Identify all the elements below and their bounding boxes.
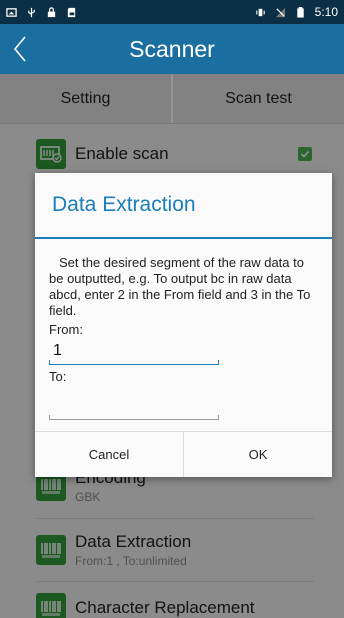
lock-icon [47,6,56,17]
app-bar: Scanner [0,24,344,74]
sd-card-icon [67,7,76,17]
status-bar: 5:10 [0,0,344,24]
cancel-button[interactable]: Cancel [35,432,183,477]
no-signal-icon [275,7,285,17]
battery-icon [296,6,304,18]
vibrate-icon [255,8,265,16]
dialog-title: Data Extraction [52,193,196,216]
to-label: To: [49,369,67,384]
status-time: 5:10 [314,5,338,19]
dialog-message: Set the desired segment of the raw data … [49,255,311,318]
app-title: Scanner [129,36,215,62]
from-input[interactable]: 1 [49,339,219,365]
usb-icon [28,7,35,17]
dialog-actions: Cancel OK [35,431,332,477]
from-label: From: [49,322,83,337]
screen-icon [6,7,17,17]
to-input[interactable] [49,394,219,420]
ok-button[interactable]: OK [183,432,332,477]
data-extraction-dialog: Data Extraction Set the desired segment … [35,173,332,477]
